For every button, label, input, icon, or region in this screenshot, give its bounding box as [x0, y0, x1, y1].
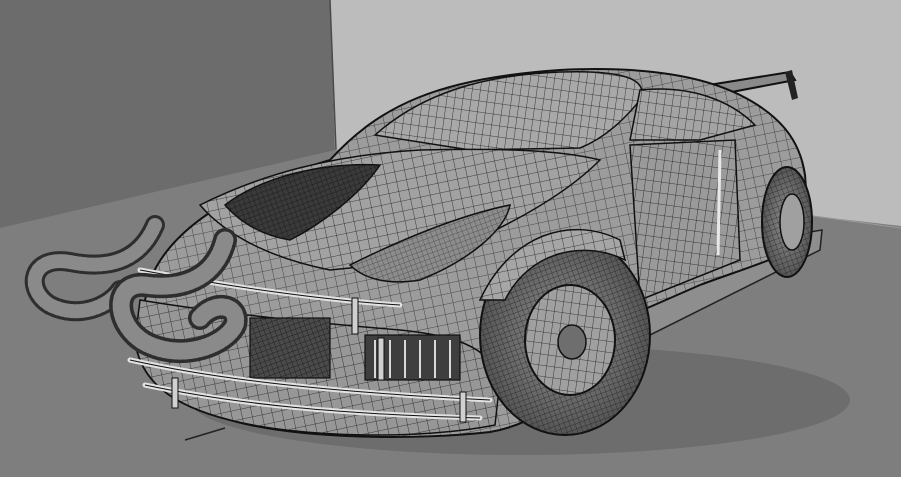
- front-hub: [557, 324, 587, 360]
- scene-render: [0, 0, 901, 477]
- 3d-viewport: [0, 0, 901, 477]
- rear-wheel: [761, 166, 813, 278]
- rear-rim: [779, 193, 805, 251]
